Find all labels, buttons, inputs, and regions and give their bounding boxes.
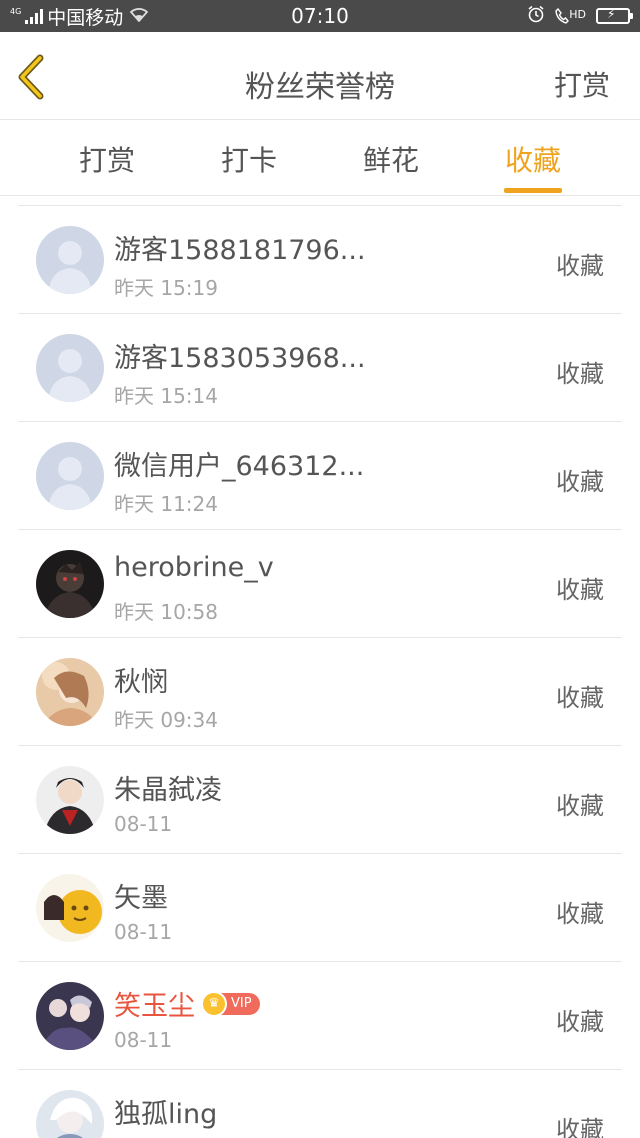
- user-photo-avatar: [36, 766, 104, 834]
- vip-label: VIP: [231, 996, 252, 1011]
- tab-label: 鲜花: [362, 144, 419, 177]
- default-avatar: [36, 334, 104, 402]
- action-label: 收藏: [556, 1008, 604, 1036]
- default-avatar: [36, 442, 104, 510]
- list-item[interactable]: 游客1588181796... 昨天 15:19 收藏: [18, 206, 622, 314]
- user-name: herobrine_v: [114, 552, 274, 583]
- list-item[interactable]: 笑玉尘 ♛ VIP 08-11 收藏: [18, 962, 622, 1070]
- navigation-header: 粉丝荣誉榜 打赏: [0, 32, 640, 120]
- list-item[interactable]: 朱晶弑凌 08-11 收藏: [18, 746, 622, 854]
- timestamp: 昨天 15:19: [114, 276, 218, 300]
- user-name: 矢墨: [114, 883, 168, 914]
- timestamp: 08-11: [114, 812, 173, 836]
- crown-icon: ♛: [201, 990, 227, 1017]
- tab-bar: 打赏 打卡 鲜花 收藏: [0, 121, 640, 196]
- user-name: 秋悯: [114, 667, 168, 698]
- action-label: 收藏: [556, 252, 604, 280]
- action-label: 收藏: [556, 576, 604, 604]
- user-photo-avatar: [36, 874, 104, 942]
- user-photo-avatar: [36, 658, 104, 726]
- timestamp: 08-11: [114, 1028, 173, 1052]
- user-name: 游客1588181796...: [114, 235, 366, 266]
- timestamp: 昨天 09:34: [114, 708, 218, 732]
- timestamp: 昨天 10:58: [114, 600, 218, 624]
- timestamp: 昨天 11:24: [114, 492, 218, 516]
- user-name: 独孤ling: [114, 1099, 218, 1130]
- hd-label: HD: [569, 8, 586, 21]
- action-label: 收藏: [556, 684, 604, 712]
- alarm-icon: [527, 5, 545, 27]
- user-name-vip: 笑玉尘 ♛ VIP: [114, 984, 260, 1023]
- timestamp: 昨天 15:14: [114, 384, 218, 408]
- list-item[interactable]: 游客1583053968... 昨天 15:14 收藏: [18, 314, 622, 422]
- default-avatar: [36, 226, 104, 294]
- back-button[interactable]: [12, 54, 56, 100]
- tab-flowers[interactable]: 鲜花: [341, 139, 441, 179]
- active-tab-indicator: [504, 188, 562, 193]
- hd-call-icon: HD: [555, 8, 586, 24]
- chevron-left-icon: [18, 54, 44, 100]
- status-right: HD: [527, 5, 633, 27]
- list-item[interactable]: 独孤ling 收藏: [18, 1070, 622, 1138]
- tab-checkin[interactable]: 打卡: [199, 139, 299, 179]
- action-label: 收藏: [556, 792, 604, 820]
- tab-label: 收藏: [504, 144, 561, 177]
- user-name: 微信用户_646312...: [114, 451, 365, 482]
- tab-label: 打赏: [78, 144, 135, 177]
- action-label: 收藏: [556, 360, 604, 388]
- reward-button[interactable]: 打赏: [554, 64, 610, 104]
- user-photo-avatar: [36, 982, 104, 1050]
- tab-label: 打卡: [220, 144, 277, 177]
- tab-favorites[interactable]: 收藏: [483, 139, 583, 193]
- list-item[interactable]: 矢墨 08-11 收藏: [18, 854, 622, 962]
- user-name: 笑玉尘: [114, 991, 195, 1022]
- fan-list[interactable]: 游客1588181796... 昨天 15:19 收藏 游客1583053968…: [18, 205, 622, 1138]
- battery-charging-icon: [596, 8, 633, 24]
- action-label: 收藏: [556, 1116, 604, 1138]
- user-photo-avatar: [36, 1090, 104, 1138]
- vip-badge: ♛ VIP: [201, 990, 260, 1017]
- action-label: 收藏: [556, 468, 604, 496]
- user-name: 游客1583053968...: [114, 343, 366, 374]
- status-bar: 4G 中国移动 07:10 HD: [0, 0, 640, 32]
- list-item[interactable]: 秋悯 昨天 09:34 收藏: [18, 638, 622, 746]
- user-photo-avatar: [36, 550, 104, 618]
- timestamp: 08-11: [114, 920, 173, 944]
- list-item[interactable]: herobrine_v 昨天 10:58 收藏: [18, 530, 622, 638]
- tab-reward[interactable]: 打赏: [57, 139, 157, 179]
- action-label: 收藏: [556, 900, 604, 928]
- user-name: 朱晶弑凌: [114, 775, 222, 806]
- page-title: 粉丝荣誉榜: [245, 70, 395, 105]
- list-item[interactable]: 微信用户_646312... 昨天 11:24 收藏: [18, 422, 622, 530]
